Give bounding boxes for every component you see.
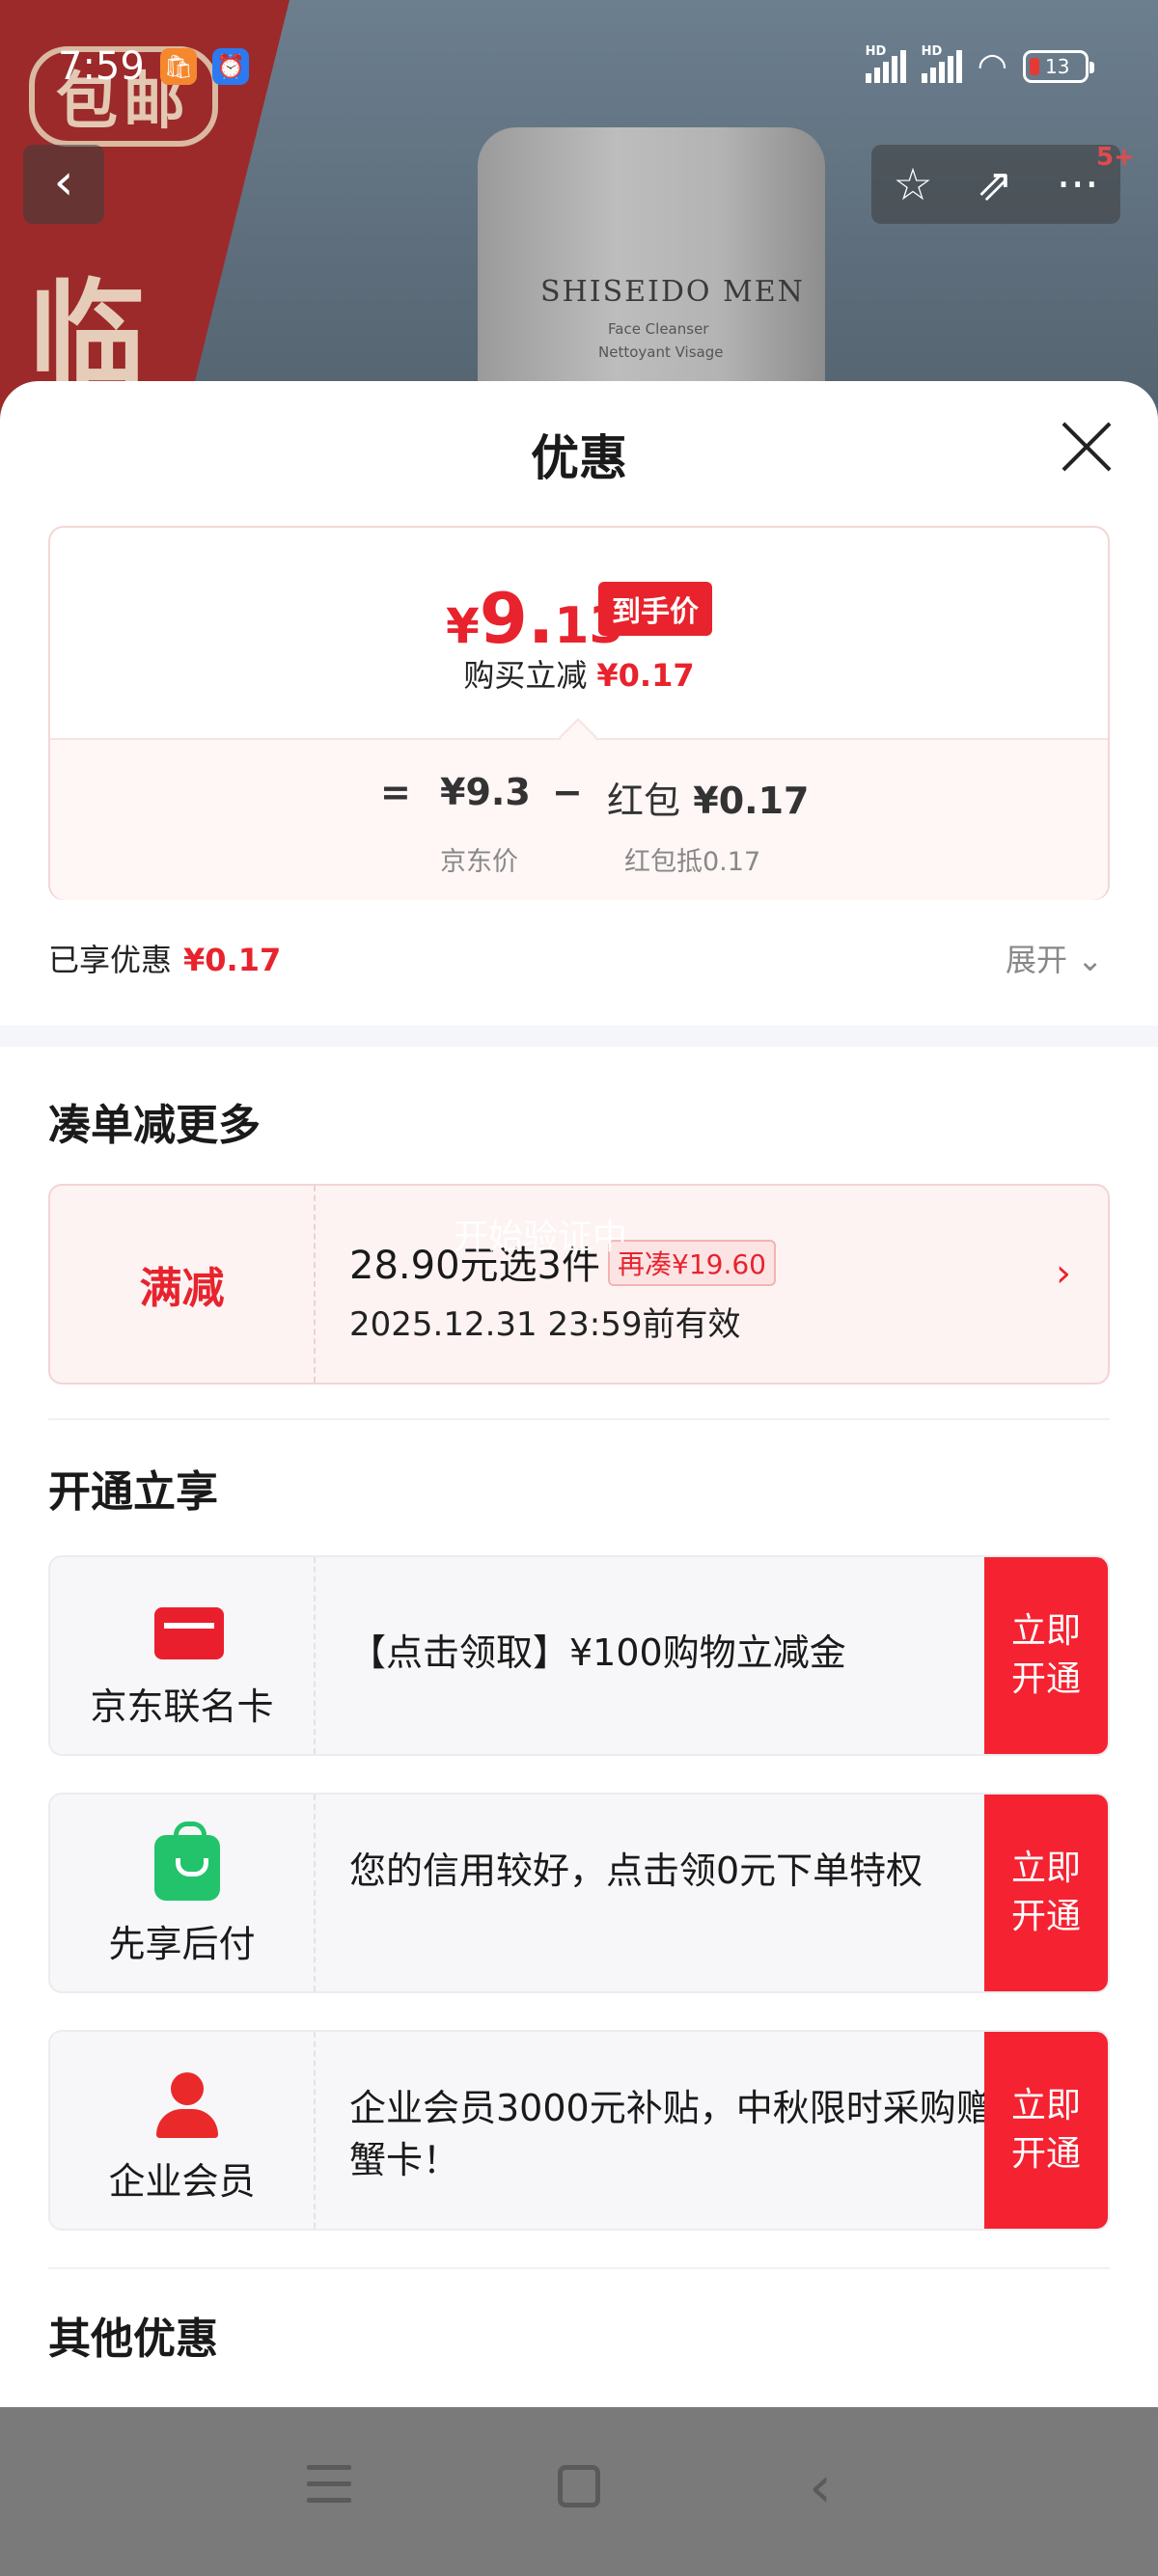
instant-discount: 购买立减 ¥0.17 xyxy=(463,657,695,694)
battery-icon: 13 xyxy=(1023,50,1094,83)
credit-card-icon xyxy=(154,1607,224,1659)
product-subtitle-2: Nettoyant Visage xyxy=(598,343,724,361)
divider xyxy=(48,2267,1110,2269)
wifi-icon: ◠ xyxy=(977,46,1007,86)
section-divider xyxy=(0,1026,1158,1047)
promo-expiry: 2025.12.31 23:59前有效 xyxy=(349,1305,741,1344)
share-icon[interactable]: ⇗ xyxy=(976,158,1013,210)
hongbao-value: 红包 ¥0.17 xyxy=(607,780,810,822)
benefit-desc: 【点击领取】¥100购物立减金 xyxy=(349,1631,846,1674)
more-icon[interactable]: ··· xyxy=(1057,158,1099,210)
toast-overlay: 开始验证中 xyxy=(454,1218,628,1257)
back-button[interactable]: ‹ xyxy=(23,145,104,224)
benefit-name: 企业会员 xyxy=(108,2160,256,2203)
shopping-bag-icon xyxy=(154,1822,220,1901)
open-now-button[interactable]: 立即开通 xyxy=(984,1557,1108,1754)
expand-toggle[interactable]: 展开 ⌄ xyxy=(1006,936,1103,980)
back-icon[interactable]: ‹ xyxy=(809,2453,832,2521)
discount-sheet: 优惠 ¥9.13 到手价 购买立减 ¥0.17 = ¥9.3 − 红包 ¥0.17… xyxy=(0,381,1158,2407)
product-subtitle: Face Cleanser xyxy=(608,320,709,338)
equals-sign: = xyxy=(380,771,411,813)
alarm-app-icon: ⏰ xyxy=(212,48,249,85)
star-icon[interactable]: ☆ xyxy=(893,158,932,210)
person-icon xyxy=(154,2072,220,2138)
signal-icon-2: HD xyxy=(921,44,962,83)
clock: 7:59 xyxy=(58,44,145,89)
system-navigation-bar: ‹ xyxy=(0,2407,1158,2576)
product-brand: SHISEIDO MEN xyxy=(540,275,805,309)
close-icon[interactable] xyxy=(1060,420,1114,474)
hongbao-sub-label: 红包抵0.17 xyxy=(624,847,761,877)
sheet-title: 优惠 xyxy=(531,430,627,486)
status-bar: 7:59 🛍 ⏰ HD HD ◠ 13 xyxy=(0,0,1158,135)
enjoyed-discount: 已享优惠 ¥0.17 xyxy=(48,942,282,978)
benefit-name: 京东联名卡 xyxy=(90,1685,274,1728)
price-breakdown-card: ¥9.13 到手价 购买立减 ¥0.17 = ¥9.3 − 红包 ¥0.17 京东… xyxy=(48,526,1110,900)
product-tube xyxy=(478,127,825,417)
jd-price-label: 京东价 xyxy=(440,847,518,877)
section-title-other: 其他优惠 xyxy=(48,2315,218,2364)
chevron-down-icon: ⌄ xyxy=(1077,942,1103,978)
benefit-desc: 企业会员3000元补贴，中秋限时采购赠蟹卡！ xyxy=(349,2087,993,2181)
benefit-desc: 您的信用较好，点击领0元下单特权 xyxy=(349,1850,924,1892)
benefit-card-enterprise[interactable]: 企业会员 企业会员3000元补贴，中秋限时采购赠蟹卡！ 立即开通 xyxy=(48,2030,1110,2231)
benefit-card-paylater[interactable]: 先享后付 您的信用较好，点击领0元下单特权 立即开通 xyxy=(48,1793,1110,1993)
open-now-button[interactable]: 立即开通 xyxy=(984,1795,1108,1991)
minus-sign: − xyxy=(552,771,583,813)
section-title-open: 开通立享 xyxy=(48,1467,218,1517)
final-price-tag: 到手价 xyxy=(598,582,712,636)
system-icons: HD HD ◠ 13 xyxy=(865,44,1094,86)
signal-icon: HD xyxy=(865,44,906,83)
benefit-card-cobrand[interactable]: 京东联名卡 【点击领取】¥100购物立减金 立即开通 xyxy=(48,1555,1110,1756)
notification-badge: 5+ xyxy=(1096,143,1135,172)
top-actions: ☆ ⇗ ··· xyxy=(871,145,1120,224)
promo-tag: 满减 xyxy=(50,1186,316,1383)
divider xyxy=(48,1418,1110,1420)
chevron-right-icon: › xyxy=(1056,1251,1071,1296)
home-icon[interactable] xyxy=(558,2465,600,2507)
benefit-name: 先享后付 xyxy=(108,1923,256,1965)
chevron-left-icon: ‹ xyxy=(53,153,74,211)
final-price: ¥9.13 xyxy=(446,578,624,659)
menu-icon[interactable] xyxy=(307,2465,351,2509)
price-formula: = ¥9.3 − 红包 ¥0.17 京东价 红包抵0.17 xyxy=(50,738,1108,900)
promo-remaining: 再凑¥19.60 xyxy=(608,1240,776,1286)
shopping-app-icon: 🛍 xyxy=(160,48,197,85)
section-title-more: 凑单减更多 xyxy=(48,1101,261,1150)
jd-price: ¥9.3 xyxy=(440,771,531,813)
open-now-button[interactable]: 立即开通 xyxy=(984,2032,1108,2229)
